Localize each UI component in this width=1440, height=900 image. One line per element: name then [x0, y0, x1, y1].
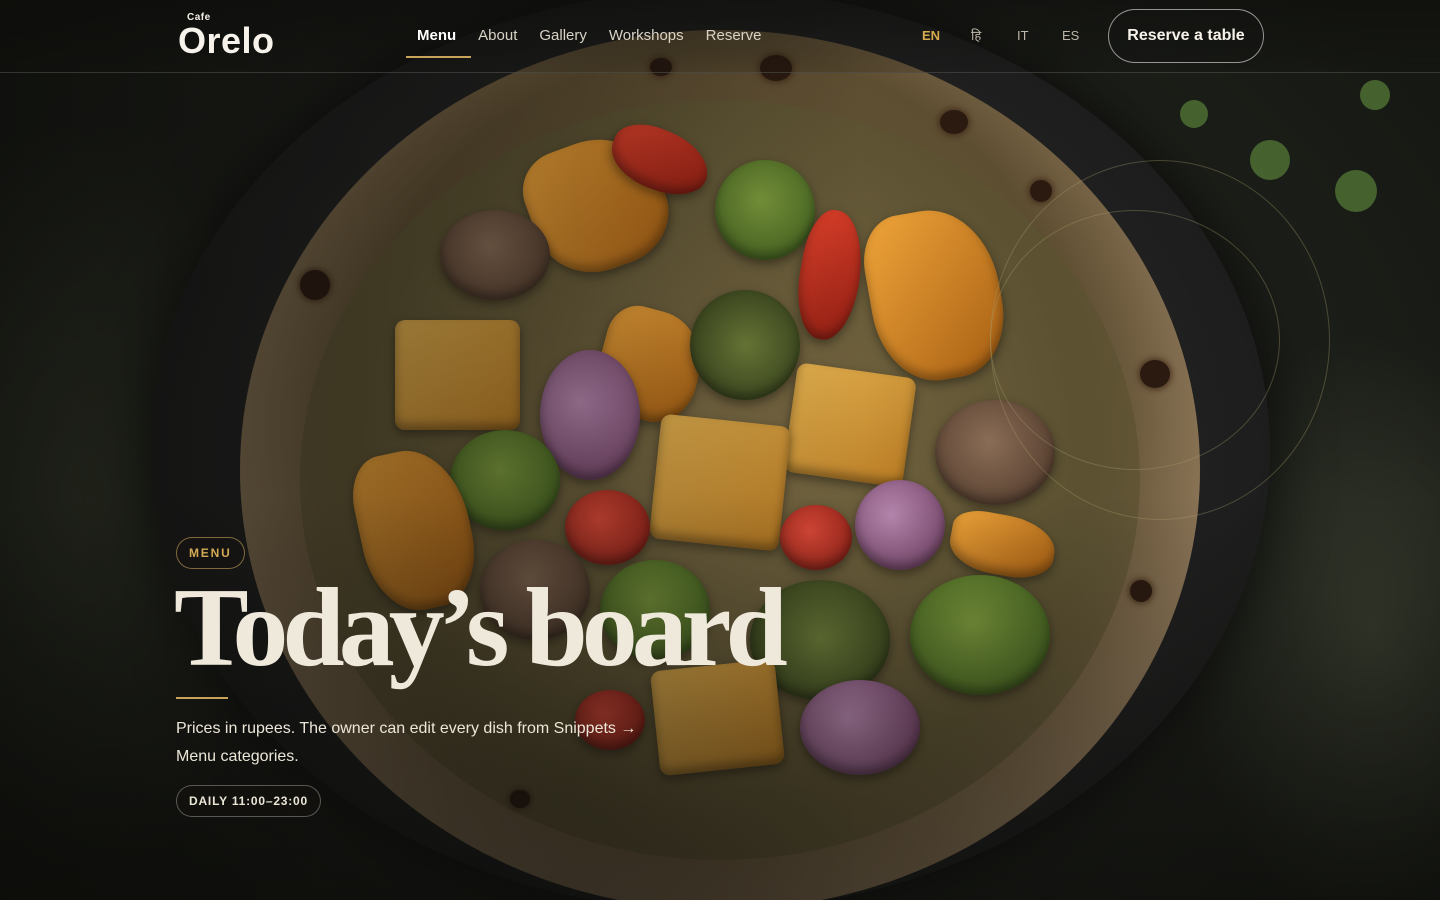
section-eyebrow-badge: MENU	[176, 537, 245, 569]
decorative-arc	[990, 210, 1280, 470]
logo-wordmark: Orelo	[178, 20, 275, 61]
language-en[interactable]: EN	[922, 0, 940, 73]
language-es[interactable]: ES	[1062, 0, 1079, 73]
page-title: Today’s board	[174, 566, 788, 690]
language-it[interactable]: IT	[1017, 0, 1029, 73]
nav-item-about[interactable]: About	[467, 0, 528, 73]
nav-item-reserve[interactable]: Reserve	[695, 0, 773, 73]
reserve-table-button[interactable]: Reserve a table	[1108, 9, 1264, 63]
nav-item-gallery[interactable]: Gallery	[528, 0, 598, 73]
opening-hours-badge: DAILY 11:00–23:00	[176, 785, 322, 817]
logo[interactable]: Cafe Orelo	[178, 10, 298, 62]
title-divider	[176, 697, 228, 699]
nav-item-menu[interactable]: Menu	[406, 0, 472, 73]
nav-item-workshops[interactable]: Workshops	[598, 0, 695, 73]
language-hi[interactable]: हि	[971, 0, 981, 73]
main-nav: Menu About Gallery Workshops Reserve	[406, 0, 773, 73]
hero-description: Prices in rupees. The owner can edit eve…	[176, 720, 637, 765]
site-header: Cafe Orelo Menu About Gallery Workshops …	[0, 0, 1440, 73]
